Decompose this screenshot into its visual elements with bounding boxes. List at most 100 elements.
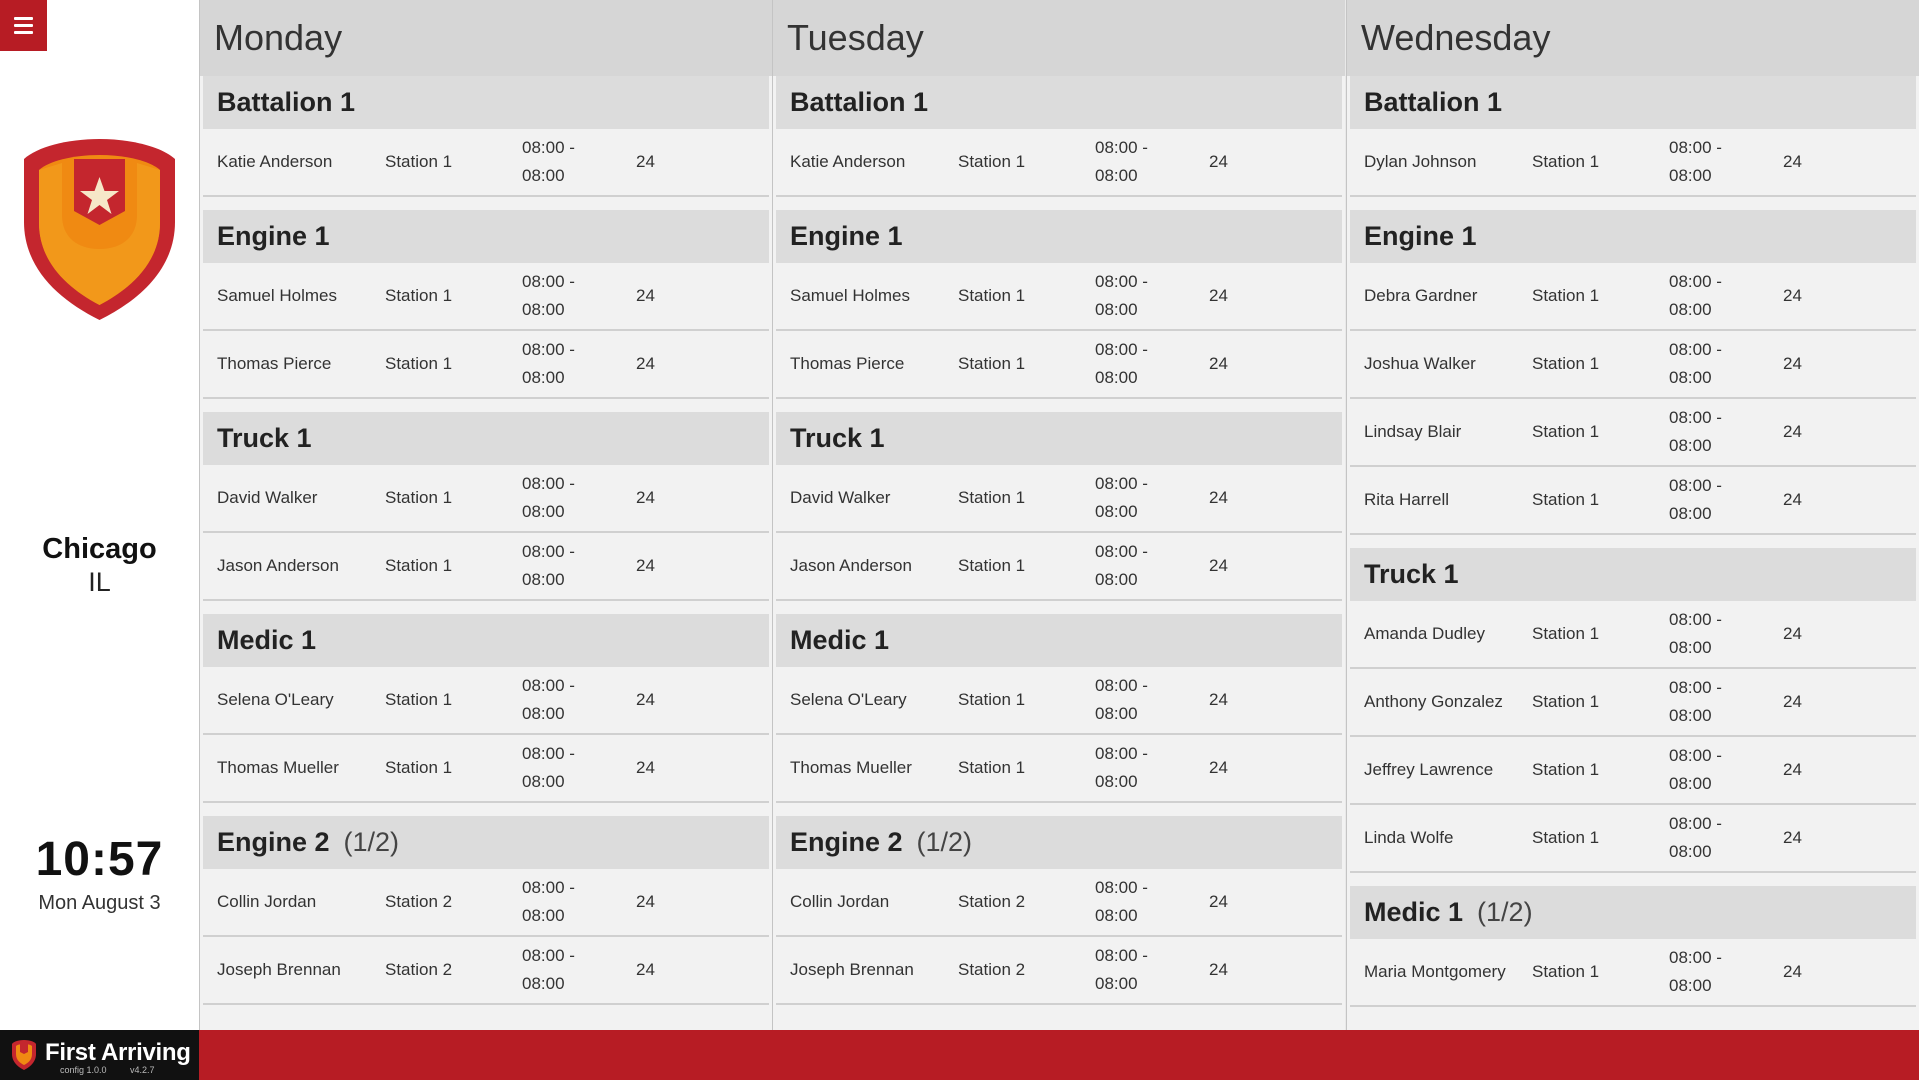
unit-name: Truck 1 bbox=[790, 423, 885, 453]
shift-end: 08:00 bbox=[1669, 166, 1712, 185]
staff-row: Samuel Holmes Station 1 08:00 - 08:00 24 bbox=[203, 263, 769, 331]
shift-start: 08:00 - bbox=[1669, 610, 1722, 629]
city-name: Chicago bbox=[42, 533, 157, 565]
shift-time: 08:00 - 08:00 bbox=[1669, 404, 1783, 460]
day-column: Monday Battalion 1 Katie Anderson Station 1… bbox=[199, 0, 772, 1030]
staff-station: Station 1 bbox=[958, 758, 1026, 777]
unit-name: Medic 1 bbox=[790, 625, 890, 655]
config-version: config 1.0.0 bbox=[60, 1065, 107, 1075]
unit-header: Engine 1 bbox=[776, 210, 1342, 263]
shift-end: 08:00 bbox=[522, 300, 565, 319]
staff-name: Samuel Holmes bbox=[217, 286, 337, 305]
department-shield-logo bbox=[24, 139, 175, 320]
unit-header: Engine 2 (1/2) bbox=[776, 816, 1342, 869]
unit-name: Medic 1 bbox=[217, 625, 317, 655]
staff-row: David Walker Station 1 08:00 - 08:00 24 bbox=[203, 465, 769, 533]
staff-row: Dylan Johnson Station 1 08:00 - 08:00 24 bbox=[1350, 129, 1916, 197]
shift-start: 08:00 - bbox=[1669, 476, 1722, 495]
unit-group: Truck 1 David Walker Station 1 08:00 -08:00… bbox=[776, 412, 1342, 601]
menu-button[interactable] bbox=[0, 0, 47, 51]
shift-start: 08:00 - bbox=[522, 138, 575, 157]
shift-hours: 24 bbox=[1783, 422, 1802, 441]
shift-time: 08:00 - 08:00 bbox=[1095, 942, 1209, 998]
unit-group: Battalion 1 Katie Anderson Station 1 08:00 … bbox=[776, 76, 1342, 197]
shift-hours: 24 bbox=[636, 892, 655, 911]
shift-end: 08:00 bbox=[522, 166, 565, 185]
shift-start: 08:00 - bbox=[1095, 744, 1148, 763]
staff-name: Jason Anderson bbox=[217, 556, 339, 575]
staff-name: Lindsay Blair bbox=[1364, 422, 1462, 441]
clock-date: Mon August 3 bbox=[38, 892, 161, 914]
staffing-board: Monday Battalion 1 Katie Anderson Station 1… bbox=[199, 0, 1919, 1030]
staff-station: Station 1 bbox=[1532, 152, 1600, 171]
staff-station: Station 1 bbox=[958, 152, 1026, 171]
unit-staffing-count: (1/2) bbox=[916, 827, 973, 857]
staff-row: Selena O'Leary Station 1 08:00 - 08:00 24 bbox=[203, 667, 769, 735]
shift-end: 08:00 bbox=[1095, 906, 1138, 925]
shift-start: 08:00 - bbox=[1095, 474, 1148, 493]
staff-name: Collin Jordan bbox=[790, 892, 890, 911]
staff-name: Selena O'Leary bbox=[790, 690, 907, 709]
unit-name: Engine 1 bbox=[217, 221, 330, 251]
shift-end: 08:00 bbox=[522, 570, 565, 589]
unit-group: Medic 1 (1/2) Maria Montgomery Station 1 08:… bbox=[1350, 886, 1916, 1007]
staff-station: Station 1 bbox=[1532, 624, 1600, 643]
shift-time: 08:00 - 08:00 bbox=[1095, 874, 1209, 930]
staff-name: David Walker bbox=[217, 488, 318, 507]
shift-time: 08:00 - 08:00 bbox=[522, 538, 636, 594]
shift-time: 08:00 - 08:00 bbox=[522, 874, 636, 930]
staff-name: Jeffrey Lawrence bbox=[1364, 760, 1494, 779]
unit-group: Medic 1 Selena O'Leary Station 1 08:00 -08:… bbox=[203, 614, 769, 803]
shift-time: 08:00 - 08:00 bbox=[1669, 810, 1783, 866]
unit-name: Engine 2 bbox=[790, 827, 903, 857]
shift-time: 08:00 - 08:00 bbox=[1095, 336, 1209, 392]
staff-name: Joseph Brennan bbox=[790, 960, 914, 979]
shift-end: 08:00 bbox=[1095, 166, 1138, 185]
unit-header: Truck 1 bbox=[776, 412, 1342, 465]
staff-name: Thomas Mueller bbox=[217, 758, 339, 777]
staff-row: Katie Anderson Station 1 08:00 - 08:00 24 bbox=[776, 129, 1342, 197]
shift-hours: 24 bbox=[1783, 962, 1802, 981]
shift-hours: 24 bbox=[1783, 760, 1802, 779]
shift-hours: 24 bbox=[1209, 152, 1228, 171]
unit-header: Battalion 1 bbox=[203, 76, 769, 129]
staff-row: Collin Jordan Station 2 08:00 - 08:00 24 bbox=[203, 869, 769, 937]
shift-hours: 24 bbox=[1783, 286, 1802, 305]
staff-station: Station 1 bbox=[385, 354, 453, 373]
staff-name: Jason Anderson bbox=[790, 556, 912, 575]
staff-row: Amanda Dudley Station 1 08:00 - 08:00 24 bbox=[1350, 601, 1916, 669]
shift-start: 08:00 - bbox=[1669, 408, 1722, 427]
shift-time: 08:00 - 08:00 bbox=[522, 942, 636, 998]
unit-header: Engine 1 bbox=[1350, 210, 1916, 263]
staff-row: Linda Wolfe Station 1 08:00 - 08:00 24 bbox=[1350, 805, 1916, 873]
staff-row: Selena O'Leary Station 1 08:00 - 08:00 24 bbox=[776, 667, 1342, 735]
brand-badge: First Arriving config 1.0.0 v4.2.7 bbox=[0, 1030, 199, 1080]
shift-start: 08:00 - bbox=[1669, 272, 1722, 291]
unit-name: Battalion 1 bbox=[790, 87, 929, 117]
shift-start: 08:00 - bbox=[522, 744, 575, 763]
staff-station: Station 1 bbox=[1532, 828, 1600, 847]
shift-time: 08:00 - 08:00 bbox=[1095, 740, 1209, 796]
unit-header: Truck 1 bbox=[1350, 548, 1916, 601]
state-abbreviation: IL bbox=[88, 567, 111, 597]
staff-name: Debra Gardner bbox=[1364, 286, 1478, 305]
day-column: Tuesday Battalion 1 Katie Anderson Station … bbox=[772, 0, 1345, 1030]
staff-station: Station 1 bbox=[1532, 422, 1600, 441]
shift-start: 08:00 - bbox=[1669, 678, 1722, 697]
brand-name: First Arriving bbox=[45, 1039, 191, 1066]
clock-time: 10:57 bbox=[35, 833, 164, 886]
staff-row: Jason Anderson Station 1 08:00 - 08:00 24 bbox=[203, 533, 769, 601]
unit-header: Engine 1 bbox=[203, 210, 769, 263]
staff-row: Thomas Pierce Station 1 08:00 - 08:00 24 bbox=[776, 331, 1342, 399]
shift-end: 08:00 bbox=[522, 704, 565, 723]
staff-station: Station 1 bbox=[385, 690, 453, 709]
shift-time: 08:00 - 08:00 bbox=[522, 336, 636, 392]
shift-start: 08:00 - bbox=[1095, 878, 1148, 897]
unit-group: Truck 1 Amanda Dudley Station 1 08:00 -08:0… bbox=[1350, 548, 1916, 873]
app-version: v4.2.7 bbox=[130, 1065, 155, 1075]
shift-hours: 24 bbox=[636, 960, 655, 979]
staff-name: Katie Anderson bbox=[217, 152, 333, 171]
unit-header: Battalion 1 bbox=[1350, 76, 1916, 129]
unit-group: Engine 2 (1/2) Collin Jordan Station 2 08:00… bbox=[203, 816, 769, 1005]
shift-hours: 24 bbox=[1209, 488, 1228, 507]
